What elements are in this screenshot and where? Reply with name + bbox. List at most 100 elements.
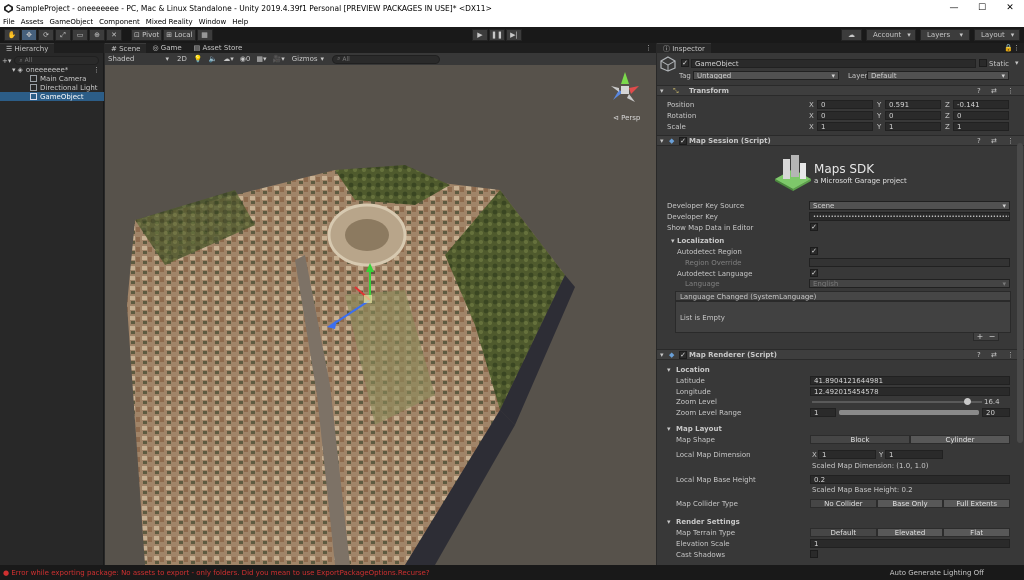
foldout-icon[interactable]: ▾ [667,518,671,526]
rotation-x-field[interactable]: 0 [817,111,873,120]
tab-asset-store[interactable]: ▤ Asset Store [187,43,249,53]
tag-dropdown[interactable]: Untagged ▾ [693,71,839,80]
add-listener-button[interactable]: + [977,332,984,341]
developer-key-source-dropdown[interactable]: Scene ▾ [809,201,1010,210]
map-renderer-header[interactable]: ▾ ◆ ✓ Map Renderer (Script) ? ⇄ ⋮ [657,349,1024,360]
zoom-slider-thumb[interactable] [963,398,971,405]
map-session-header[interactable]: ▾ ◆ ✓ Map Session (Script) ? ⇄ ⋮ [657,135,1024,146]
pivot-toggle[interactable]: ⊡ Pivot [131,29,163,41]
minimize-button[interactable]: — [940,0,968,16]
elevation-scale-field[interactable]: 1 [810,539,1010,548]
effects-icon[interactable]: ☁▾ [220,55,237,63]
object-name-field[interactable]: GameObject [691,59,976,68]
tab-hierarchy[interactable]: ☰ Hierarchy [0,43,55,53]
menu-mixed-reality[interactable]: Mixed Reality [143,18,196,26]
zoom-slider-track[interactable] [812,401,982,403]
remove-listener-button[interactable]: − [989,332,996,341]
zoom-range-slider[interactable] [839,410,979,415]
console-error-message[interactable]: ● Error while exporting package: No asse… [0,569,890,577]
menu-file[interactable]: File [0,18,18,26]
panel-menu-icon[interactable]: ⋮ [645,44,652,52]
create-icon[interactable]: +▾ [2,57,11,65]
component-menu-icon[interactable]: ⋮ [1007,137,1014,145]
scale-z-field[interactable]: 1 [953,122,1009,131]
location-header[interactable]: Location [676,366,710,374]
perspective-label[interactable]: ⊲ Persp [613,114,640,122]
custom-tool-icon[interactable]: ✕ [106,29,122,41]
position-x-field[interactable]: 0 [817,100,873,109]
dimension-x-field[interactable]: 1 [818,450,876,459]
play-icon[interactable]: ▶ [472,29,488,41]
collider-none-button[interactable]: No Collider [810,499,877,508]
terrain-flat-button[interactable]: Flat [943,528,1011,537]
map-renderer-enabled-checkbox[interactable]: ✓ [679,351,687,359]
help-icon[interactable]: ? [977,87,981,95]
menu-gameobject[interactable]: GameObject [47,18,97,26]
terrain-elevated-button[interactable]: Elevated [876,528,944,537]
localization-header[interactable]: Localization [677,237,724,245]
grid-snap-icon[interactable]: ▦ [196,29,213,41]
scene-search-input[interactable]: ⌕ All [332,54,441,64]
pause-icon[interactable]: ❚❚ [489,29,505,41]
rotation-z-field[interactable]: 0 [953,111,1009,120]
tab-inspector[interactable]: ⓘ Inspector [657,43,711,53]
lock-icon[interactable]: 🔒⋮ [1004,44,1020,52]
camera-settings-icon[interactable]: 🎥▾ [270,55,288,63]
terrain-default-button[interactable]: Default [810,528,877,537]
zoom-range-min-field[interactable]: 1 [810,408,836,417]
transform-tool-icon[interactable]: ⊕ [89,29,105,41]
view-orientation-gizmo[interactable] [605,70,645,110]
developer-key-field[interactable]: ••••••••••••••••••••••••••••••••••••••••… [809,212,1010,221]
scale-x-field[interactable]: 1 [817,122,873,131]
inspector-scrollbar[interactable] [1017,143,1023,443]
auto-generate-lighting-status[interactable]: Auto Generate Lighting Off [890,569,1024,577]
shading-dropdown[interactable]: Shaded ▾ [105,55,173,63]
rect-tool-icon[interactable]: ▭ [72,29,88,41]
hierarchy-item-gameobject[interactable]: GameObject [0,92,104,101]
presets-icon[interactable]: ⇄ [991,351,997,359]
help-icon[interactable]: ? [977,351,981,359]
show-map-data-checkbox[interactable]: ✓ [810,223,818,231]
foldout-icon[interactable]: ▾ [671,237,675,245]
menu-help[interactable]: Help [229,18,251,26]
dimension-y-field[interactable]: 1 [885,450,943,459]
hidden-objects-toggle[interactable]: ◉ 0 [237,55,254,63]
2d-toggle[interactable]: 2D [173,55,191,63]
component-menu-icon[interactable]: ⋮ [1007,87,1014,95]
layout-dropdown[interactable]: Layout ▾ [974,29,1020,41]
chevron-down-icon[interactable]: ▾ [1015,59,1019,67]
step-icon[interactable]: ▶| [506,29,522,41]
gizmos-dropdown[interactable]: Gizmos ▾ [288,55,328,63]
rotate-tool-icon[interactable]: ⟳ [38,29,54,41]
scale-tool-icon[interactable]: ⤢ [55,29,71,41]
presets-icon[interactable]: ⇄ [991,137,997,145]
foldout-icon[interactable]: ▾ [667,366,671,374]
hand-tool-icon[interactable]: ✋ [4,29,20,41]
collider-full-extents-button[interactable]: Full Extents [943,499,1011,508]
maximize-button[interactable]: ☐ [968,0,996,16]
zoom-range-max-field[interactable]: 20 [982,408,1010,417]
static-checkbox[interactable] [979,59,987,67]
local-toggle[interactable]: ⊞ Local [163,29,196,41]
map-shape-cylinder-button[interactable]: Cylinder [910,435,1010,444]
audio-icon[interactable]: 🔈 [206,55,221,63]
collider-base-only-button[interactable]: Base Only [876,499,944,508]
layer-dropdown[interactable]: Default ▾ [867,71,1009,80]
autodetect-region-checkbox[interactable]: ✓ [810,247,818,255]
menu-assets[interactable]: Assets [18,18,47,26]
scale-y-field[interactable]: 1 [885,122,941,131]
foldout-icon[interactable]: ▾ [667,425,671,433]
longitude-field[interactable]: 12.492015454578 [810,387,1010,396]
account-dropdown[interactable]: Account ▾ [866,29,916,41]
menu-component[interactable]: Component [96,18,143,26]
cloud-icon[interactable]: ☁ [841,29,862,41]
presets-icon[interactable]: ⇄ [991,87,997,95]
component-menu-icon[interactable]: ⋮ [1007,351,1014,359]
move-tool-icon[interactable]: ✥ [21,29,37,41]
lighting-icon[interactable]: 💡 [191,55,206,63]
position-y-field[interactable]: 0.591 [885,100,941,109]
scene-row[interactable]: ▾ ◈ oneeeeeee* ⋮ [0,65,104,74]
scene-menu-icon[interactable]: ⋮ [93,66,100,74]
zoom-level-value[interactable]: 16.4 [984,398,1000,406]
help-icon[interactable]: ? [977,137,981,145]
